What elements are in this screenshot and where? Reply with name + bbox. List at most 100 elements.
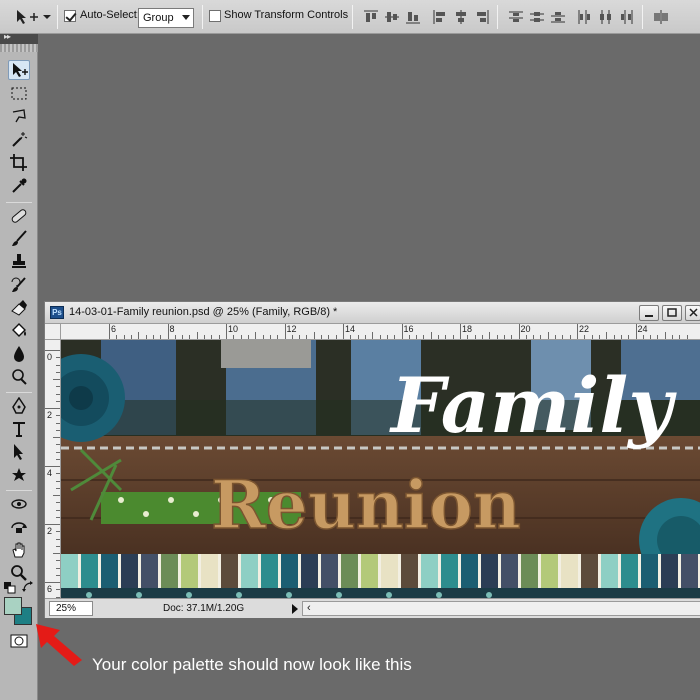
distribute-horizontal-centers-icon[interactable]	[598, 10, 614, 24]
ruler-minor-tick	[196, 332, 198, 339]
tool-preset-picker[interactable]	[14, 8, 52, 26]
ruler-minor-tick	[56, 429, 60, 431]
paper-stripe	[281, 554, 298, 590]
align-right-edges-icon[interactable]	[474, 10, 490, 24]
auto-align-layers-icon[interactable]	[653, 10, 669, 24]
zoom-level-field[interactable]: 25%	[49, 601, 93, 616]
distribute-top-edges-icon[interactable]	[508, 10, 524, 24]
ruler-minor-tick	[56, 538, 60, 540]
ruler-minor-tick	[394, 335, 396, 339]
ruler-minor-tick	[56, 415, 60, 417]
status-menu-arrow-icon[interactable]	[292, 604, 298, 614]
paper-stripe-gap	[358, 554, 361, 590]
ruler-minor-tick	[467, 335, 469, 339]
eyedropper-tool[interactable]	[8, 176, 30, 196]
paper-stripe	[121, 554, 138, 590]
paper-stripe-gap	[118, 554, 121, 590]
ruler-label: 18	[462, 324, 473, 334]
stamp-icon	[12, 254, 26, 268]
zoom-tool[interactable]	[8, 563, 30, 583]
ruler-minor-tick	[569, 335, 571, 339]
auto-select-checkbox[interactable]	[64, 10, 76, 22]
auto-select-target-dropdown[interactable]: Group	[138, 8, 194, 28]
swap-colors-icon[interactable]	[22, 581, 34, 593]
distribute-vertical-centers-icon[interactable]	[529, 10, 545, 24]
ruler-minor-tick	[56, 357, 60, 359]
paper-stripe	[481, 554, 498, 590]
hand-icon	[12, 542, 25, 558]
paper-stripe-gap	[78, 554, 81, 590]
marquee-tool[interactable]	[8, 84, 30, 104]
pen-tool[interactable]	[8, 396, 30, 416]
document-canvas[interactable]: Family Reunion	[61, 340, 700, 598]
default-colors-icon[interactable]	[4, 582, 16, 594]
move-icon	[13, 63, 28, 77]
ruler-origin[interactable]	[45, 324, 61, 340]
align-vertical-centers-icon[interactable]	[384, 10, 400, 24]
ruler-minor-tick	[56, 574, 60, 576]
red-annotation-arrow	[36, 624, 82, 666]
document-window: Ps 14-03-01-Family reunion.psd @ 25% (Fa…	[44, 301, 700, 634]
align-horizontal-centers-icon[interactable]	[453, 10, 469, 24]
ruler-minor-tick	[174, 335, 176, 339]
paper-stripe	[441, 554, 458, 590]
ruler-minor-tick	[591, 335, 593, 339]
foreground-color-swatch[interactable]	[4, 597, 22, 615]
paper-stripe	[641, 554, 658, 590]
paper-stripe-gap	[98, 554, 101, 590]
panel-collapse-bar[interactable]: ▸▸	[0, 32, 38, 44]
ruler-minor-tick	[56, 451, 60, 453]
blur-tool[interactable]	[8, 344, 30, 364]
horizontal-ruler[interactable]: 6 8 10 12 14 16 18 20 22 24	[61, 324, 700, 340]
3d-orbit-tool[interactable]	[8, 517, 30, 537]
healing-brush-tool[interactable]	[8, 206, 30, 226]
minimize-button[interactable]	[639, 305, 659, 321]
show-transform-controls-checkbox[interactable]	[209, 10, 221, 22]
maximize-button[interactable]	[662, 305, 682, 321]
ruler-major-tick	[460, 324, 461, 339]
separator	[497, 5, 498, 29]
ruler-minor-tick	[56, 516, 60, 518]
brush-tool[interactable]	[8, 229, 30, 249]
distribute-left-edges-icon[interactable]	[577, 10, 593, 24]
document-title-bar[interactable]: Ps 14-03-01-Family reunion.psd @ 25% (Fa…	[45, 302, 700, 324]
paper-stripe	[461, 554, 478, 590]
ruler-minor-tick	[233, 335, 235, 339]
ruler-minor-tick	[56, 371, 60, 373]
quick-mask-icon[interactable]	[10, 634, 28, 648]
distribute-right-edges-icon[interactable]	[619, 10, 635, 24]
history-brush-tool[interactable]	[8, 275, 30, 295]
lasso-tool[interactable]	[8, 107, 30, 127]
align-bottom-edges-icon[interactable]	[405, 10, 421, 24]
dodge-tool[interactable]	[8, 367, 30, 387]
paper-stripe	[101, 554, 118, 590]
paper-stripe	[361, 554, 378, 590]
paper-stripe	[201, 554, 218, 590]
ruler-major-tick	[518, 324, 520, 339]
clone-stamp-tool[interactable]	[8, 252, 30, 272]
custom-shape-tool[interactable]	[8, 465, 30, 485]
panel-grip[interactable]	[0, 44, 38, 52]
3d-rotate-tool[interactable]	[8, 494, 30, 514]
artwork-title-reunion: Reunion	[211, 466, 521, 544]
move-tool[interactable]	[8, 60, 30, 80]
ruler-minor-tick	[481, 335, 483, 339]
paint-bucket-tool[interactable]	[8, 321, 30, 341]
paper-stripe-gap	[398, 554, 401, 590]
align-left-edges-icon[interactable]	[432, 10, 448, 24]
vertical-ruler[interactable]: 0 2 4 2 6	[45, 340, 61, 634]
hand-tool[interactable]	[8, 540, 30, 560]
ruler-minor-tick	[56, 364, 60, 366]
distribute-bottom-edges-icon[interactable]	[550, 10, 566, 24]
type-tool[interactable]	[8, 419, 30, 439]
close-button[interactable]	[685, 305, 700, 321]
eraser-tool[interactable]	[8, 298, 30, 318]
path-selection-tool[interactable]	[8, 442, 30, 462]
scroll-left-icon[interactable]: ‹	[307, 602, 311, 614]
quick-selection-tool[interactable]	[8, 130, 30, 150]
crop-tool[interactable]	[8, 153, 30, 173]
align-top-edges-icon[interactable]	[363, 10, 379, 24]
ruler-label: 12	[286, 324, 297, 334]
horizontal-scrollbar[interactable]: ‹	[302, 601, 700, 616]
document-title: 14-03-01-Family reunion.psd @ 25% (Famil…	[69, 306, 338, 318]
